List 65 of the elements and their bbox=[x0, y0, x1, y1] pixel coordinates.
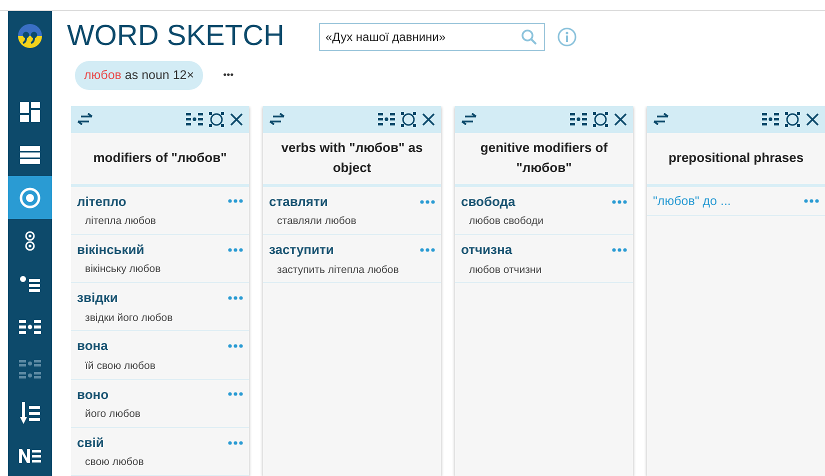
swap-icon[interactable] bbox=[461, 113, 477, 126]
example-text: свою любов bbox=[84, 455, 145, 470]
bullet-list-icon bbox=[20, 276, 40, 292]
maximize-icon[interactable] bbox=[209, 112, 224, 127]
headword[interactable]: свій bbox=[77, 432, 104, 452]
close-icon[interactable] bbox=[422, 112, 435, 126]
ne-list-icon bbox=[19, 448, 41, 462]
target-icon bbox=[19, 186, 41, 208]
more-icon[interactable] bbox=[228, 248, 243, 252]
query-chip[interactable]: любов as noun 12× bbox=[75, 61, 204, 90]
dashboard-icon bbox=[20, 102, 40, 122]
maximize-icon[interactable] bbox=[593, 112, 608, 127]
compare-icon[interactable] bbox=[570, 112, 587, 126]
card-title: modifiers of "любов" bbox=[71, 132, 249, 186]
more-icon[interactable] bbox=[228, 199, 243, 204]
grid-compare-icon bbox=[19, 358, 41, 380]
example-text: їй свою любов bbox=[84, 358, 156, 374]
more-icon[interactable] bbox=[228, 440, 243, 444]
headword[interactable]: звідки bbox=[77, 288, 118, 308]
search-field[interactable]: «Дух нашої давнини» bbox=[318, 22, 544, 50]
swap-icon[interactable] bbox=[77, 113, 93, 126]
headword[interactable]: ставляти bbox=[269, 192, 328, 212]
more-icon[interactable] bbox=[228, 392, 243, 396]
more-icon[interactable] bbox=[612, 248, 627, 252]
headword[interactable]: вона bbox=[77, 336, 108, 356]
headword[interactable]: заступити bbox=[269, 240, 334, 260]
compare-icon[interactable] bbox=[186, 112, 203, 126]
list-icon bbox=[20, 146, 40, 164]
maximize-icon[interactable] bbox=[401, 112, 416, 127]
sort-icon bbox=[20, 402, 40, 424]
card-title: prepositional phrases bbox=[647, 132, 825, 187]
more-icon[interactable] bbox=[420, 248, 435, 252]
example-text: звідки його любов bbox=[84, 310, 174, 326]
more-icon[interactable] bbox=[228, 344, 243, 348]
example-text: його любов bbox=[84, 407, 142, 422]
double-circle-icon bbox=[24, 230, 36, 250]
more-icon[interactable] bbox=[804, 199, 819, 204]
page-title: WORD SKETCH bbox=[67, 22, 284, 51]
headword[interactable]: свобода bbox=[461, 192, 516, 212]
example-text: ставляли любов bbox=[276, 214, 358, 230]
example-text: любов свободи bbox=[468, 214, 545, 230]
headword[interactable]: вікінський bbox=[77, 240, 144, 260]
close-icon[interactable] bbox=[614, 112, 627, 126]
maximize-icon[interactable] bbox=[785, 112, 800, 127]
swap-icon[interactable] bbox=[269, 113, 285, 126]
logo-icon bbox=[17, 23, 43, 49]
compare-icon[interactable] bbox=[378, 112, 395, 126]
compare-icon[interactable] bbox=[762, 112, 779, 126]
example-text: літепла любов bbox=[84, 214, 157, 229]
compare-icon bbox=[19, 318, 41, 334]
headword[interactable]: воно bbox=[77, 384, 109, 404]
more-icon[interactable] bbox=[612, 200, 627, 204]
more-button[interactable]: ••• bbox=[223, 68, 234, 83]
swap-icon[interactable] bbox=[653, 113, 669, 126]
more-icon[interactable] bbox=[420, 200, 435, 204]
close-icon[interactable] bbox=[806, 112, 819, 126]
example-text: заступить літепла любов bbox=[276, 262, 400, 278]
headword[interactable]: отчизна bbox=[461, 240, 512, 260]
close-icon[interactable] bbox=[230, 112, 243, 126]
more-icon[interactable] bbox=[228, 296, 243, 300]
card-title: verbs with "любов" as object bbox=[263, 132, 441, 187]
example-text: вікінську любов bbox=[84, 262, 162, 278]
headword[interactable]: літепло bbox=[77, 192, 126, 211]
example-text: любов отчизни bbox=[468, 262, 543, 278]
card-title: genitive modifiers of "любов" bbox=[455, 132, 633, 187]
